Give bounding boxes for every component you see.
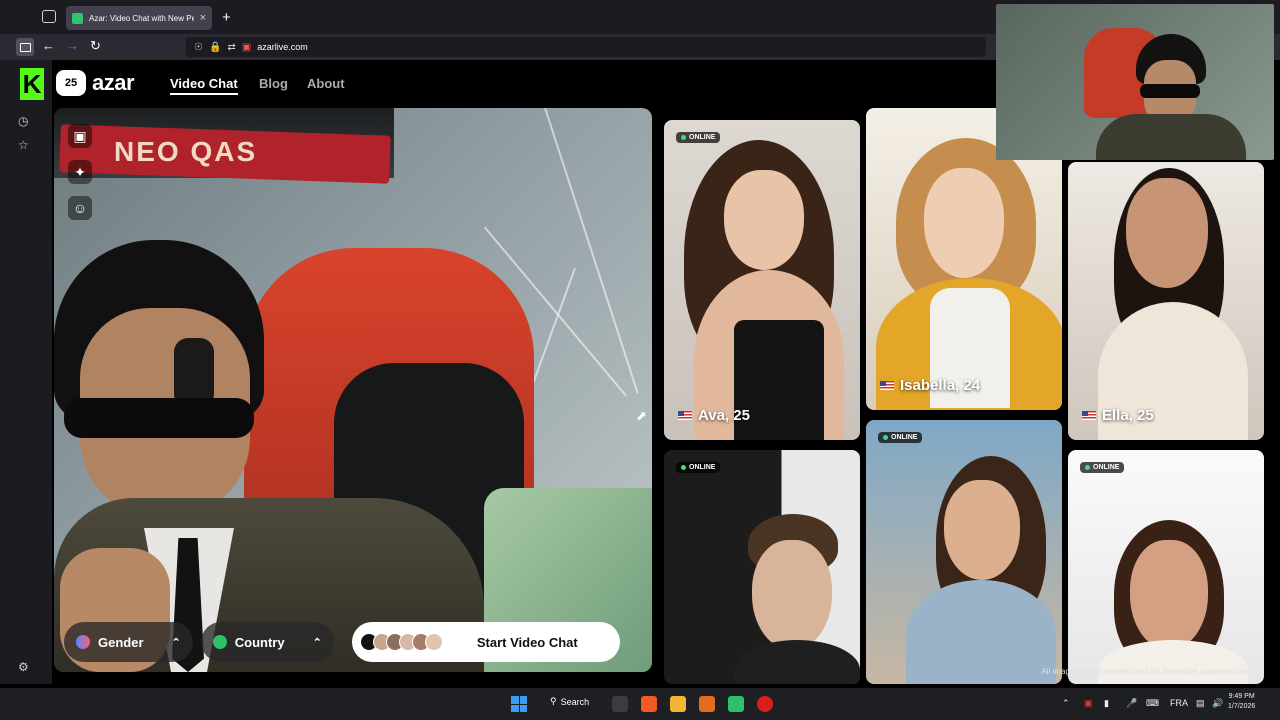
forward-arrow-icon[interactable]: → <box>66 38 79 53</box>
reload-icon[interactable]: ↻ <box>90 38 101 54</box>
tab-overview-icon[interactable] <box>42 10 56 23</box>
nav-about[interactable]: About <box>307 76 345 91</box>
gender-icon <box>76 635 90 649</box>
browser-tab[interactable]: Azar: Video Chat with New Peo × <box>66 6 212 30</box>
chevron-up-icon: ⌃ <box>312 636 322 649</box>
tab-title: Azar: Video Chat with New Peo <box>89 13 194 23</box>
search-icon: ⚲ <box>550 696 557 706</box>
sidebar-toggle-icon[interactable] <box>16 38 34 56</box>
browser-sidebar: K ◷ ☆ ⚙ <box>0 60 52 684</box>
start-video-chat-label: Start Video Chat <box>476 634 578 650</box>
chat-controls: Gender ⌃ Country ⌃ Start Video Chat <box>64 622 620 662</box>
azar-mark-icon: 25 <box>56 70 86 96</box>
online-badge: ONLINE <box>878 432 923 443</box>
clock-date: 1/7/2026 <box>1228 703 1256 710</box>
shield-icon[interactable]: ☉ <box>194 42 203 53</box>
camera-permission-icon[interactable]: ▣ <box>242 42 251 53</box>
mouse-cursor-icon: ⬈ <box>636 408 647 423</box>
url-text[interactable]: azarlive.com <box>257 42 308 52</box>
taskbar-clock[interactable]: 9:49 PM 1/7/2026 <box>1228 692 1255 712</box>
gender-label: Gender <box>98 634 144 650</box>
online-badge: ONLINE <box>676 132 721 143</box>
brave-browser-icon[interactable] <box>641 696 657 712</box>
azar-logo[interactable]: 25 azar <box>56 70 135 96</box>
start-video-chat-button[interactable]: Start Video Chat <box>351 622 620 662</box>
azar-app-icon[interactable] <box>728 696 744 712</box>
sparkle-effects-icon[interactable]: ✦ <box>68 160 92 184</box>
taskbar-search[interactable]: ⚲ Search <box>550 696 589 707</box>
profile-card-woman-laughing[interactable]: ONLINE <box>866 420 1062 684</box>
search-label: Search <box>560 696 590 707</box>
us-flag-icon <box>1082 411 1096 420</box>
kick-logo-icon[interactable]: K <box>20 68 44 100</box>
profile-caption: Isabella, 24 <box>880 377 980 394</box>
us-flag-icon <box>880 381 894 390</box>
profile-caption: Ava, 25 <box>678 407 750 424</box>
online-dot-icon <box>1085 465 1090 470</box>
profile-card-man[interactable]: ONLINE <box>664 450 860 684</box>
recording-app-icon[interactable] <box>757 696 773 712</box>
self-video-preview: NEO QAS ▣ ✦ ☺ Gender ⌃ Country ⌃ Start V… <box>54 108 652 672</box>
firefox-icon[interactable] <box>699 696 715 712</box>
bookmark-star-icon[interactable]: ☆ <box>18 138 29 152</box>
disclaimer-text: All images are of models used for illust… <box>1041 667 1250 676</box>
volume-icon[interactable]: 🔊 <box>1212 698 1223 709</box>
online-dot-icon <box>883 435 888 440</box>
streamer-webcam-overlay <box>996 4 1274 160</box>
nav-video-chat[interactable]: Video Chat <box>170 76 238 95</box>
avatar <box>424 633 443 651</box>
tray-chevron-up-icon[interactable]: ⌃ <box>1062 698 1070 709</box>
online-dot-icon <box>681 135 686 140</box>
screenshot-icon[interactable]: ▣ <box>68 124 92 148</box>
chevron-up-icon: ⌃ <box>171 636 181 649</box>
task-view-icon[interactable] <box>612 696 628 712</box>
microphone-icon[interactable]: 🎤 <box>1126 698 1137 709</box>
network-icon[interactable]: ▤ <box>1196 698 1205 709</box>
file-explorer-icon[interactable] <box>670 696 686 712</box>
close-tab-icon[interactable]: × <box>200 12 206 24</box>
settings-gear-icon[interactable]: ⚙ <box>18 660 29 674</box>
history-icon[interactable]: ◷ <box>18 114 28 128</box>
new-tab-button[interactable]: + <box>222 9 231 26</box>
lock-icon[interactable]: 🔒 <box>209 42 221 53</box>
face-filter-icon[interactable]: ☺ <box>68 196 92 220</box>
tray-battery-icon[interactable]: ▮ <box>1104 698 1109 709</box>
language-indicator[interactable]: FRA <box>1170 698 1188 708</box>
windows-taskbar: ⚲ Search ⌃ ▣ ▮ 🎤 ⌨ FRA ▤ 🔊 9:49 PM 1/7/20… <box>0 688 1280 720</box>
profile-card-woman-tongue[interactable]: ONLINE <box>1068 450 1264 684</box>
globe-icon <box>212 635 227 649</box>
country-label: Country <box>234 634 285 650</box>
clock-time: 9:49 PM <box>1228 693 1255 700</box>
nav-blog[interactable]: Blog <box>259 76 288 91</box>
profile-card-ava[interactable]: ONLINE Ava, 25 <box>664 120 860 440</box>
gender-filter-button[interactable]: Gender ⌃ <box>64 622 193 662</box>
profile-grid: ONLINE Ava, 25 ONLINE Isabella, 24 ONLIN… <box>662 108 1274 684</box>
profile-caption: Ella, 25 <box>1082 407 1154 424</box>
profile-card-ella[interactable]: Ella, 25 <box>1068 162 1264 440</box>
online-badge: ONLINE <box>1080 462 1125 473</box>
keyboard-icon[interactable]: ⌨ <box>1146 698 1159 709</box>
online-dot-icon <box>681 465 686 470</box>
back-arrow-icon[interactable]: ← <box>42 38 55 53</box>
avatar-stack <box>359 633 443 651</box>
online-badge: ONLINE <box>676 462 721 473</box>
video-toolbar: ▣ ✦ ☺ <box>68 124 92 220</box>
us-flag-icon <box>678 411 692 420</box>
tray-app-icon[interactable]: ▣ <box>1084 698 1093 709</box>
address-bar[interactable]: ☉ 🔒 ⇄ ▣ azarlive.com <box>186 37 986 57</box>
scarf-text: NEO QAS <box>114 136 258 167</box>
azar-favicon-icon <box>72 12 83 24</box>
windows-start-icon[interactable] <box>511 696 527 712</box>
brand-name: azar <box>92 70 135 95</box>
country-filter-button[interactable]: Country ⌃ <box>200 622 334 662</box>
permissions-icon[interactable]: ⇄ <box>227 42 235 53</box>
